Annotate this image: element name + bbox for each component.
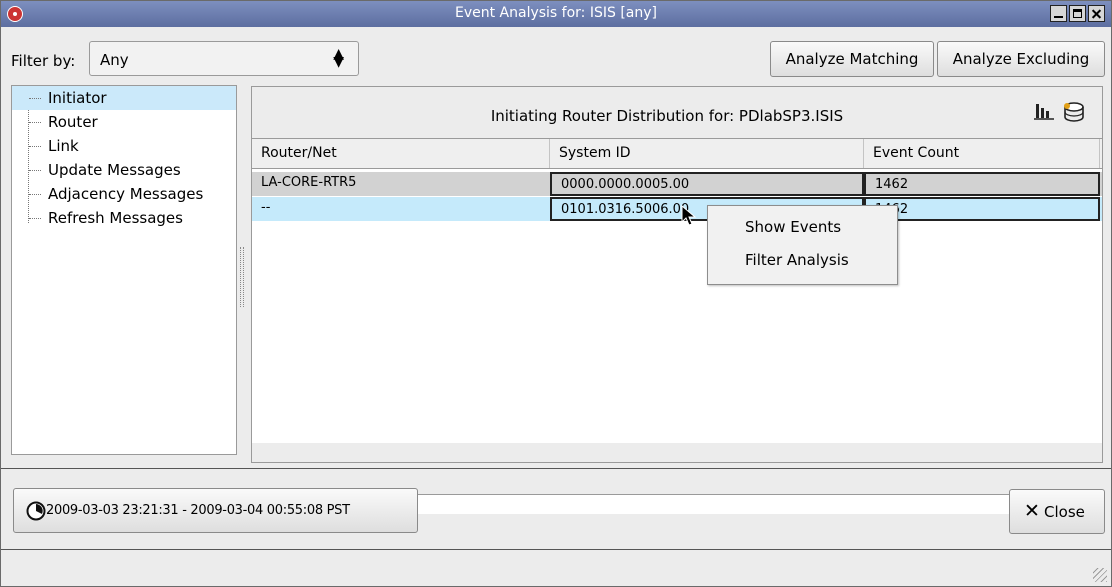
cell-router-net[interactable]: LA-CORE-RTR5 — [252, 172, 550, 196]
clock-icon — [26, 501, 46, 521]
tree-hook — [29, 146, 41, 147]
distribution-table: Router/Net System ID Event Count LA-CORE… — [252, 138, 1102, 514]
table-row[interactable]: -- 0101.0316.5006.00 1462 — [252, 197, 1102, 221]
tree-hook — [29, 122, 41, 123]
tree-item-initiator[interactable]: Initiator — [12, 86, 236, 110]
tree-item-refresh-messages[interactable]: Refresh Messages — [12, 206, 236, 230]
splitter-handle[interactable] — [240, 247, 244, 307]
tree-item-label: Refresh Messages — [48, 209, 183, 227]
column-header-router-net[interactable]: Router/Net — [252, 139, 550, 168]
close-button[interactable]: ✕ Close — [1009, 489, 1105, 534]
tree-item-label: Router — [48, 113, 98, 131]
tree-hook — [29, 98, 41, 99]
cell-system-id[interactable]: 0000.0000.0005.00 — [550, 172, 864, 196]
tree-hook — [29, 218, 41, 219]
mouse-pointer-icon — [681, 205, 697, 226]
tree-item-label: Update Messages — [48, 161, 181, 179]
close-button-label: Close — [1044, 503, 1085, 521]
filter-select[interactable]: Any ▲ ▼ — [89, 41, 359, 76]
window-title: Event Analysis for: ISIS [any] — [454, 5, 657, 21]
window-controls — [1050, 5, 1105, 22]
separator — [1, 468, 1111, 469]
resize-grip-icon[interactable] — [1093, 568, 1107, 582]
analyze-matching-button[interactable]: Analyze Matching — [770, 41, 934, 77]
distribution-panel: Initiating Router Distribution for: PDla… — [251, 86, 1103, 514]
close-x-icon: ✕ — [1024, 500, 1040, 522]
panel-title: Initiating Router Distribution for: PDla… — [490, 107, 844, 125]
analysis-tree: Initiator Router Link Update Messages Ad… — [11, 85, 237, 455]
event-analysis-window: Event Analysis for: ISIS [any] Filter by… — [0, 0, 1112, 587]
analyze-excluding-button[interactable]: Analyze Excluding — [937, 41, 1105, 77]
tree-item-link[interactable]: Link — [12, 134, 236, 158]
cell-event-count[interactable]: 1462 — [864, 197, 1100, 221]
column-header-event-count[interactable]: Event Count — [864, 139, 1100, 168]
filter-label: Filter by: — [11, 52, 76, 70]
tree-hook — [29, 194, 41, 195]
column-header-system-id[interactable]: System ID — [550, 139, 864, 168]
filter-select-value: Any — [100, 51, 129, 69]
tree-item-router[interactable]: Router — [12, 110, 236, 134]
minimize-icon[interactable] — [1050, 5, 1067, 22]
status-separator — [1, 549, 1111, 550]
table-row[interactable]: LA-CORE-RTR5 0000.0000.0005.00 1462 — [252, 172, 1102, 196]
tree-item-label: Adjacency Messages — [48, 185, 204, 203]
time-range-label: 2009-03-03 23:21:31 - 2009-03-04 00:55:0… — [46, 503, 350, 518]
menu-item-filter-analysis[interactable]: Filter Analysis — [708, 244, 897, 277]
window-close-icon[interactable] — [1088, 5, 1105, 22]
table-header: Router/Net System ID Event Count — [252, 139, 1102, 169]
database-icon[interactable] — [1062, 101, 1086, 123]
tree-item-label: Initiator — [48, 89, 107, 107]
updown-arrows-icon: ▲ ▼ — [333, 46, 344, 70]
cell-router-net[interactable]: -- — [252, 197, 550, 221]
menu-item-show-events[interactable]: Show Events — [708, 211, 897, 244]
tree-item-update-messages[interactable]: Update Messages — [12, 158, 236, 182]
title-bar[interactable]: Event Analysis for: ISIS [any] — [1, 1, 1111, 27]
cell-event-count[interactable]: 1462 — [864, 172, 1100, 196]
tree-hook — [29, 170, 41, 171]
context-menu: Show Events Filter Analysis — [707, 205, 898, 285]
time-range-button[interactable]: 2009-03-03 23:21:31 - 2009-03-04 00:55:0… — [13, 488, 418, 533]
maximize-icon[interactable] — [1069, 5, 1086, 22]
tree-item-adjacency-messages[interactable]: Adjacency Messages — [12, 182, 236, 206]
tree-item-label: Link — [48, 137, 79, 155]
bar-chart-icon[interactable] — [1034, 102, 1054, 120]
